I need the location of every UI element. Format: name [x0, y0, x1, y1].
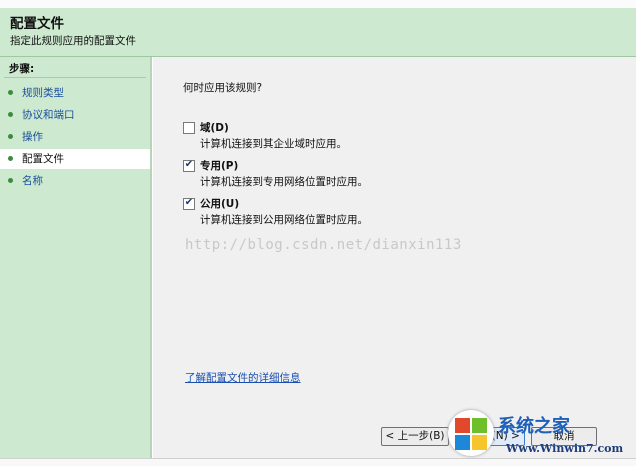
- sidebar-item-protocol-ports[interactable]: 协议和端口: [0, 105, 150, 125]
- option-title: 专用(P): [200, 160, 239, 172]
- bullet-icon: [8, 156, 13, 161]
- option-title: 域(D): [200, 122, 229, 134]
- sidebar-item-action[interactable]: 操作: [0, 127, 150, 147]
- sidebar-item-label: 操作: [22, 131, 43, 143]
- option-domain: 域(D) 计算机连接到其企业域时应用。: [183, 119, 603, 153]
- bullet-icon: [8, 90, 13, 95]
- bullet-icon: [8, 178, 13, 183]
- back-button[interactable]: < 上一步(B): [381, 427, 449, 446]
- logo-brand-text: 系统之家: [498, 416, 570, 437]
- check-icon: ✔: [184, 197, 194, 208]
- option-private: ✔ 专用(P) 计算机连接到专用网络位置时应用。: [183, 157, 603, 191]
- option-public: ✔ 公用(U) 计算机连接到公用网络位置时应用。: [183, 195, 603, 229]
- wizard-content: 何时应用该规则? 域(D) 计算机连接到其企业域时应用。 ✔ 专用(P) 计算机…: [153, 57, 636, 458]
- check-icon: ✔: [184, 159, 194, 170]
- sidebar-item-label: 配置文件: [22, 153, 64, 165]
- steps-heading: 步骤:: [9, 63, 35, 75]
- steps-divider: [4, 77, 146, 78]
- logo-url-text: Www.Winwin7.com: [506, 442, 624, 455]
- option-title: 公用(U): [200, 198, 240, 210]
- learn-more-link[interactable]: 了解配置文件的详细信息: [185, 370, 301, 385]
- sidebar-item-label: 名称: [22, 175, 43, 187]
- option-description: 计算机连接到公用网络位置时应用。: [200, 214, 368, 226]
- bullet-icon: [8, 112, 13, 117]
- option-description: 计算机连接到其企业域时应用。: [200, 138, 347, 150]
- option-description: 计算机连接到专用网络位置时应用。: [200, 176, 368, 188]
- domain-checkbox[interactable]: [183, 122, 195, 134]
- site-logo: 系统之家 Www.Winwin7.com: [448, 408, 634, 462]
- sidebar-item-label: 规则类型: [22, 87, 64, 99]
- sidebar-item-label: 协议和端口: [22, 109, 75, 121]
- sidebar-item-name[interactable]: 名称: [0, 171, 150, 191]
- bullet-icon: [8, 134, 13, 139]
- page-title: 配置文件: [10, 16, 64, 32]
- wizard-header: 配置文件 指定此规则应用的配置文件: [0, 8, 636, 57]
- windows-logo-icon: [448, 410, 494, 456]
- steps-sidebar: 步骤: 规则类型 协议和端口 操作 配置文件 名称: [0, 57, 152, 458]
- private-checkbox[interactable]: ✔: [183, 159, 195, 172]
- sidebar-item-rule-type[interactable]: 规则类型: [0, 83, 150, 103]
- blog-watermark: http://blog.csdn.net/dianxin113: [185, 237, 462, 253]
- question-text: 何时应用该规则?: [183, 82, 263, 94]
- page-subtitle: 指定此规则应用的配置文件: [10, 35, 136, 47]
- public-checkbox[interactable]: ✔: [183, 197, 195, 210]
- sidebar-item-profile[interactable]: 配置文件: [0, 149, 150, 169]
